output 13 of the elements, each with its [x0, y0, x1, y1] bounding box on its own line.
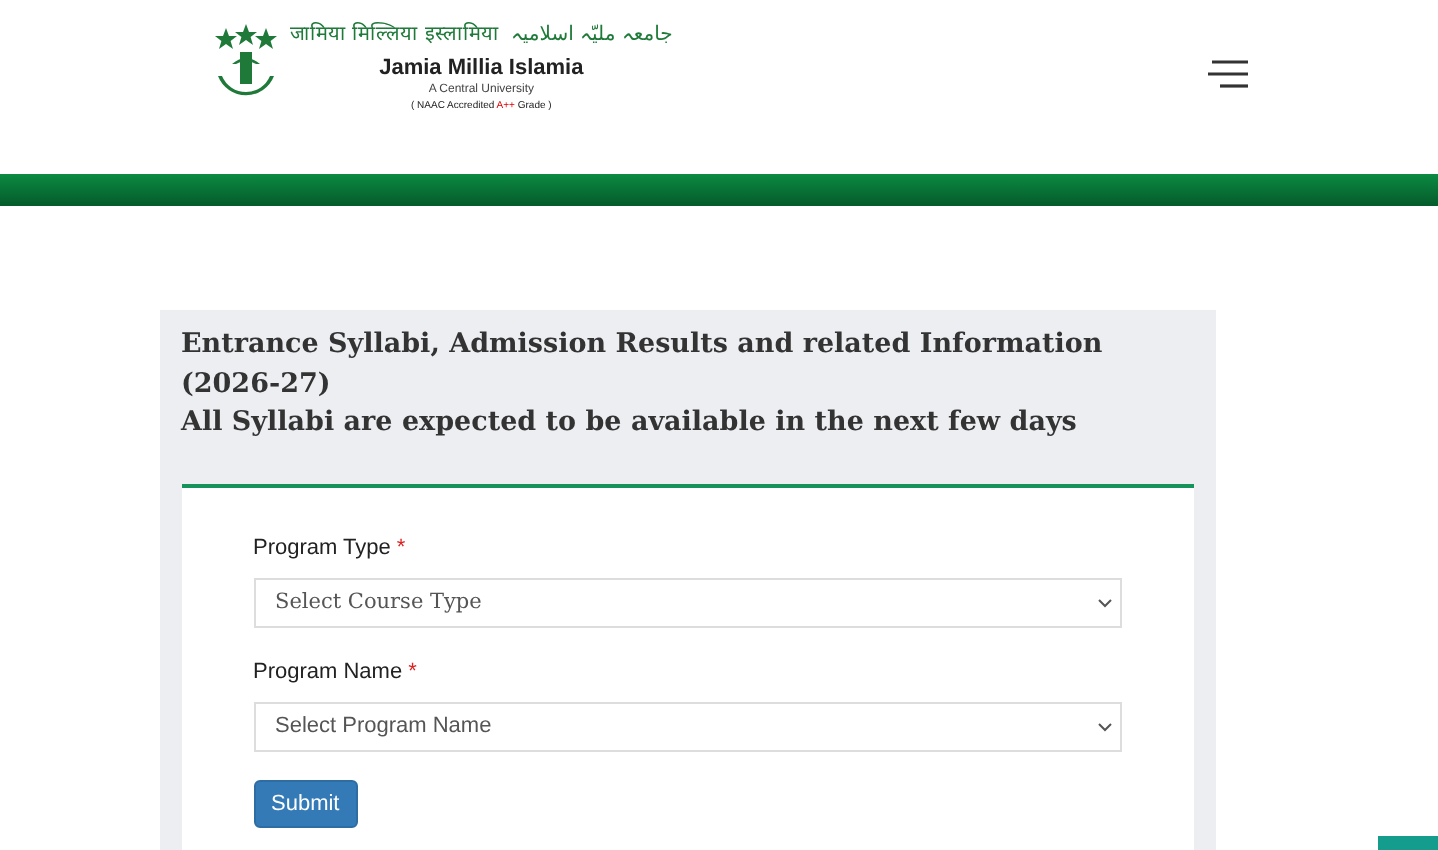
notice-heading: Entrance Syllabi, Admission Results and related Information (2026-27) — [181, 326, 1105, 403]
field-label: Program Type * — [253, 535, 408, 559]
caret-icon — [1097, 721, 1111, 731]
caret-icon — [1097, 597, 1111, 607]
urdu-name: جامعہ ملیّہ اسلامیہ — [510, 22, 673, 48]
university-name: Jamia Millia Islamia — [379, 56, 584, 82]
menu-icon[interactable] — [1208, 60, 1248, 88]
field-label: Program Name * — [253, 659, 419, 683]
select-field[interactable]: Select Program Name — [253, 701, 1121, 751]
hindi-name: जामिया मिल्लिया इस्लामिया — [290, 22, 499, 48]
submit-button[interactable]: Submit — [253, 779, 358, 827]
select-field[interactable]: Select Course Type — [253, 577, 1121, 627]
notice-heading: All Syllabi are expected to be available in the next few days — [181, 404, 1079, 442]
